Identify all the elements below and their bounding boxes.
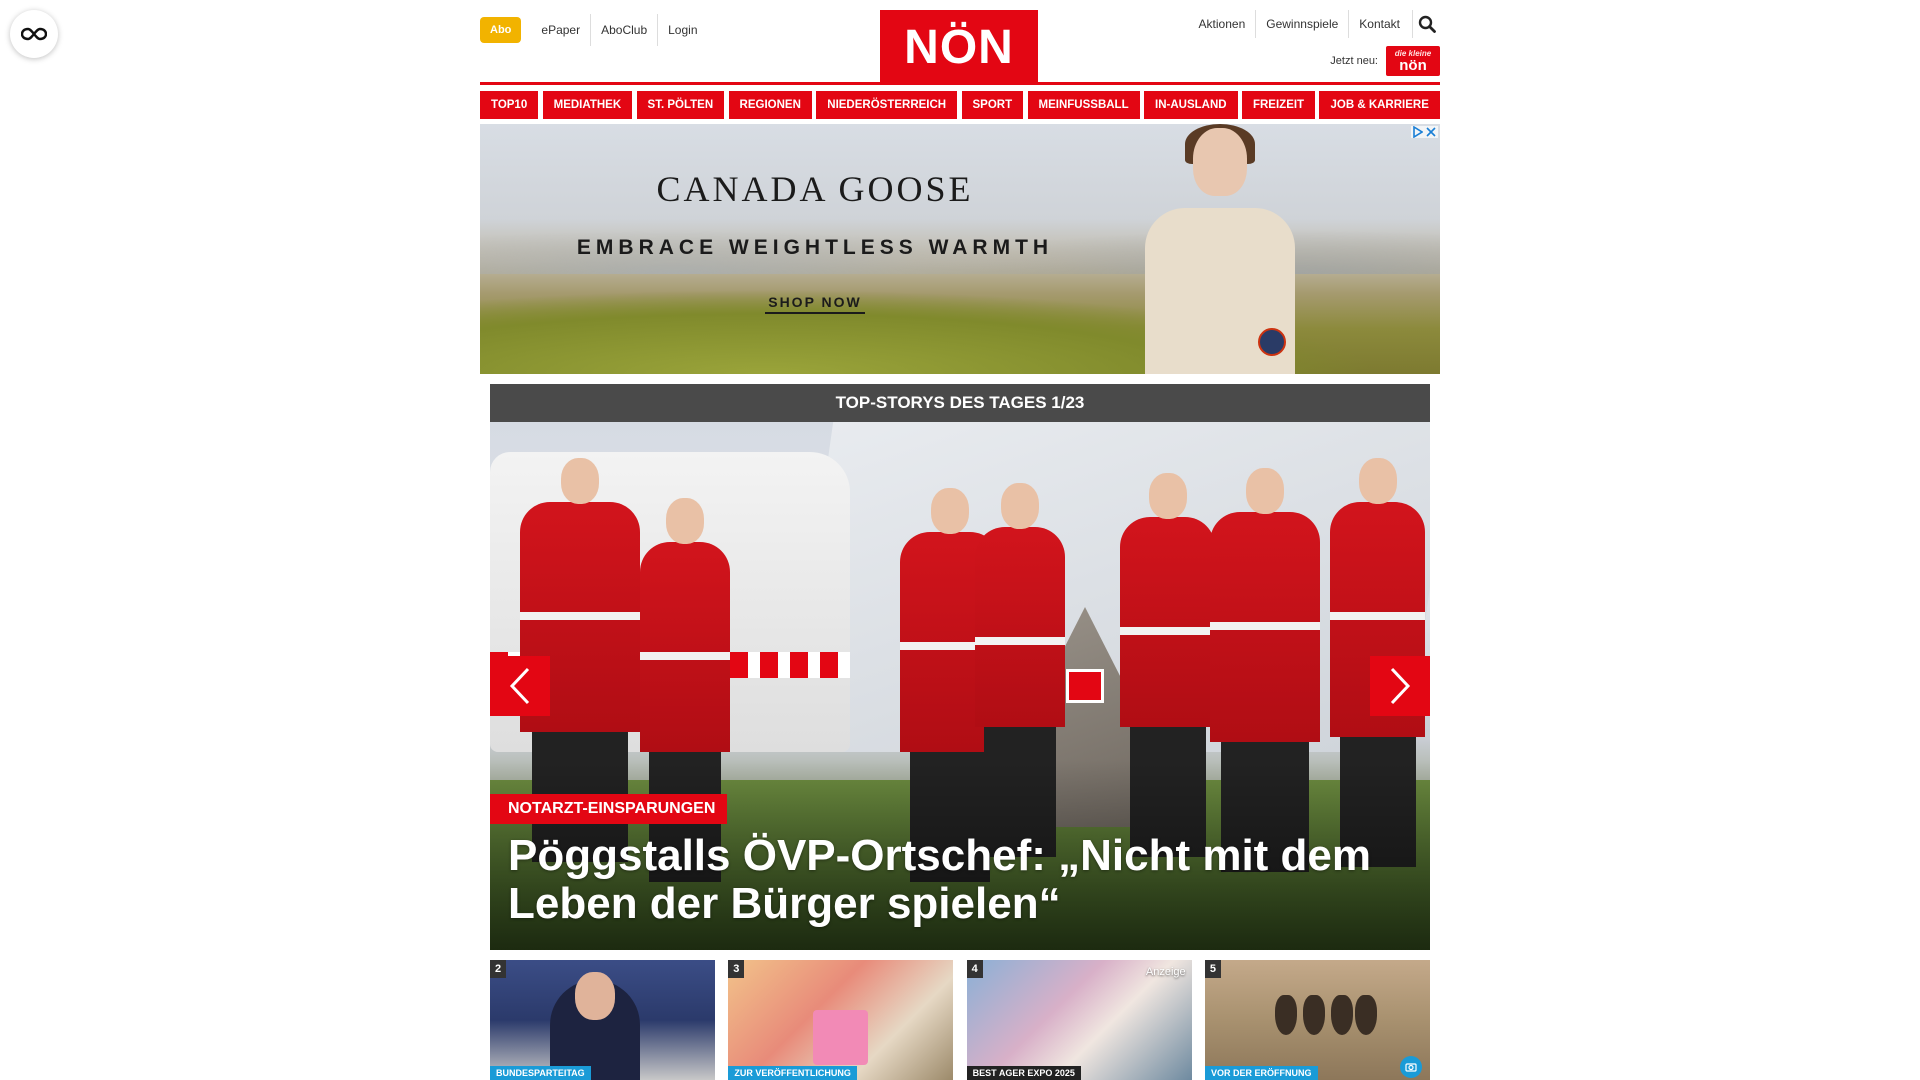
login-link[interactable]: Login: [657, 14, 707, 46]
story-number: 2: [490, 960, 506, 978]
top-right-links: Aktionen Gewinnspiele Kontakt: [1189, 10, 1440, 38]
nav-item-regionen[interactable]: REGIONEN: [728, 91, 812, 119]
story-number: 5: [1204, 960, 1221, 978]
nav-item-job-karriere[interactable]: JOB & KARRIERE: [1319, 91, 1440, 119]
story-tag: VOR DER ERÖFFNUNG: [1204, 1066, 1318, 1080]
abo-button[interactable]: Abo: [480, 17, 522, 43]
thumb-person: [550, 972, 640, 1080]
slider-next-button[interactable]: [1370, 656, 1430, 716]
thumb-bat: [1330, 995, 1353, 1035]
site-logo[interactable]: NÖN: [880, 10, 1038, 84]
page-wrapper: Abo ePaper AboClub Login NÖN Aktionen Ge…: [480, 0, 1440, 1080]
hero-person: [1120, 473, 1215, 857]
nav-item-freizeit[interactable]: FREIZEIT: [1241, 91, 1316, 119]
mini-logo-text: nön: [1399, 56, 1427, 74]
red-cross-sign: [1066, 669, 1104, 703]
nav-item-meinfussball[interactable]: MEINFUSSBALL: [1027, 91, 1140, 119]
search-button[interactable]: [1412, 10, 1440, 38]
hero-story[interactable]: NOTARZT-EINSPARUNGEN Pöggstalls ÖVP-Orts…: [490, 422, 1430, 950]
nav-item-top10[interactable]: TOP10: [480, 91, 539, 119]
top-stories-heading: TOP-STORYS DES TAGES 1/23: [490, 384, 1430, 422]
ad-shop-now-link[interactable]: SHOP NOW: [765, 294, 865, 314]
story-number: 4: [966, 960, 983, 978]
nav-item-sport[interactable]: SPORT: [961, 91, 1024, 119]
hero-headline[interactable]: Pöggstalls ÖVP-Ortschef: „Nicht mit dem …: [508, 832, 1408, 928]
story-thumbnails: 2 BUNDESPARTEITAG 3 ZUR VERÖFFENTLICHUNG…: [490, 960, 1430, 1080]
infinity-icon: [21, 27, 47, 41]
close-icon[interactable]: [1426, 126, 1436, 138]
gewinnspiele-link[interactable]: Gewinnspiele: [1255, 10, 1348, 38]
hero-kicker[interactable]: NOTARZT-EINSPARUNGEN: [490, 794, 728, 824]
top-left-links: Abo ePaper AboClub Login: [480, 14, 708, 46]
story-thumb-2[interactable]: 2 BUNDESPARTEITAG: [490, 960, 715, 1080]
camera-icon: [1399, 1056, 1422, 1078]
search-icon: [1418, 15, 1436, 33]
epaper-link[interactable]: ePaper: [531, 14, 590, 46]
thumb-bat: [1302, 995, 1325, 1035]
anzeige-label: Anzeige: [1145, 966, 1186, 978]
kontakt-link[interactable]: Kontakt: [1348, 10, 1410, 38]
aboclub-link[interactable]: AboClub: [590, 14, 657, 46]
main-navigation: TOP10 MEDIATHEK ST. PÖLTEN REGIONEN NIED…: [480, 91, 1440, 119]
banner-advertisement[interactable]: CANADA GOOSE EMBRACE WEIGHTLESS WARMTH S…: [480, 124, 1440, 374]
jetzt-neu-label: Jetzt neu:: [1330, 55, 1378, 67]
story-thumb-5[interactable]: 5 VOR DER ERÖFFNUNG: [1204, 960, 1430, 1080]
thumb-bat: [1354, 995, 1377, 1035]
site-header: Abo ePaper AboClub Login NÖN Aktionen Ge…: [480, 0, 1440, 90]
thumb-heart-card: [813, 1010, 869, 1065]
ad-tagline: EMBRACE WEIGHTLESS WARMTH: [576, 236, 1054, 259]
ad-model-image: [1145, 124, 1295, 374]
thumb-bat: [1274, 995, 1297, 1035]
story-thumb-4[interactable]: 4 Anzeige BEST AGER EXPO 2025: [966, 960, 1192, 1080]
story-tag: BUNDESPARTEITAG: [490, 1066, 591, 1080]
chevron-right-icon: [1390, 667, 1411, 705]
story-tag: BEST AGER EXPO 2025: [966, 1066, 1081, 1080]
hero-person: [640, 498, 730, 882]
hero-person: [975, 483, 1065, 857]
reader-mode-button[interactable]: [10, 10, 58, 58]
adchoices-controls[interactable]: [1411, 126, 1438, 138]
header-divider: [480, 82, 1440, 85]
nav-item-mediathek[interactable]: MEDIATHEK: [542, 91, 633, 119]
aktionen-link[interactable]: Aktionen: [1189, 10, 1256, 38]
ad-hills: [480, 254, 1440, 374]
play-triangle-icon[interactable]: [1413, 126, 1423, 138]
ad-brand: CANADA GOOSE: [656, 169, 974, 209]
story-thumb-3[interactable]: 3 ZUR VERÖFFENTLICHUNG: [728, 960, 954, 1080]
nav-item-niederoesterreich[interactable]: NIEDERÖSTERREICH: [816, 91, 958, 119]
slider-prev-button[interactable]: [490, 656, 550, 716]
hero-person: [1210, 468, 1320, 872]
die-kleine-noen-logo[interactable]: die kleine nön: [1386, 46, 1440, 76]
nav-item-st-poelten[interactable]: ST. PÖLTEN: [636, 91, 725, 119]
chevron-left-icon: [509, 667, 530, 705]
story-number: 3: [728, 960, 745, 978]
nav-item-in-ausland[interactable]: IN-AUSLAND: [1144, 91, 1238, 119]
story-tag: ZUR VERÖFFENTLICHUNG: [728, 1066, 857, 1080]
jetzt-neu-promo: Jetzt neu: die kleine nön: [1330, 46, 1440, 76]
